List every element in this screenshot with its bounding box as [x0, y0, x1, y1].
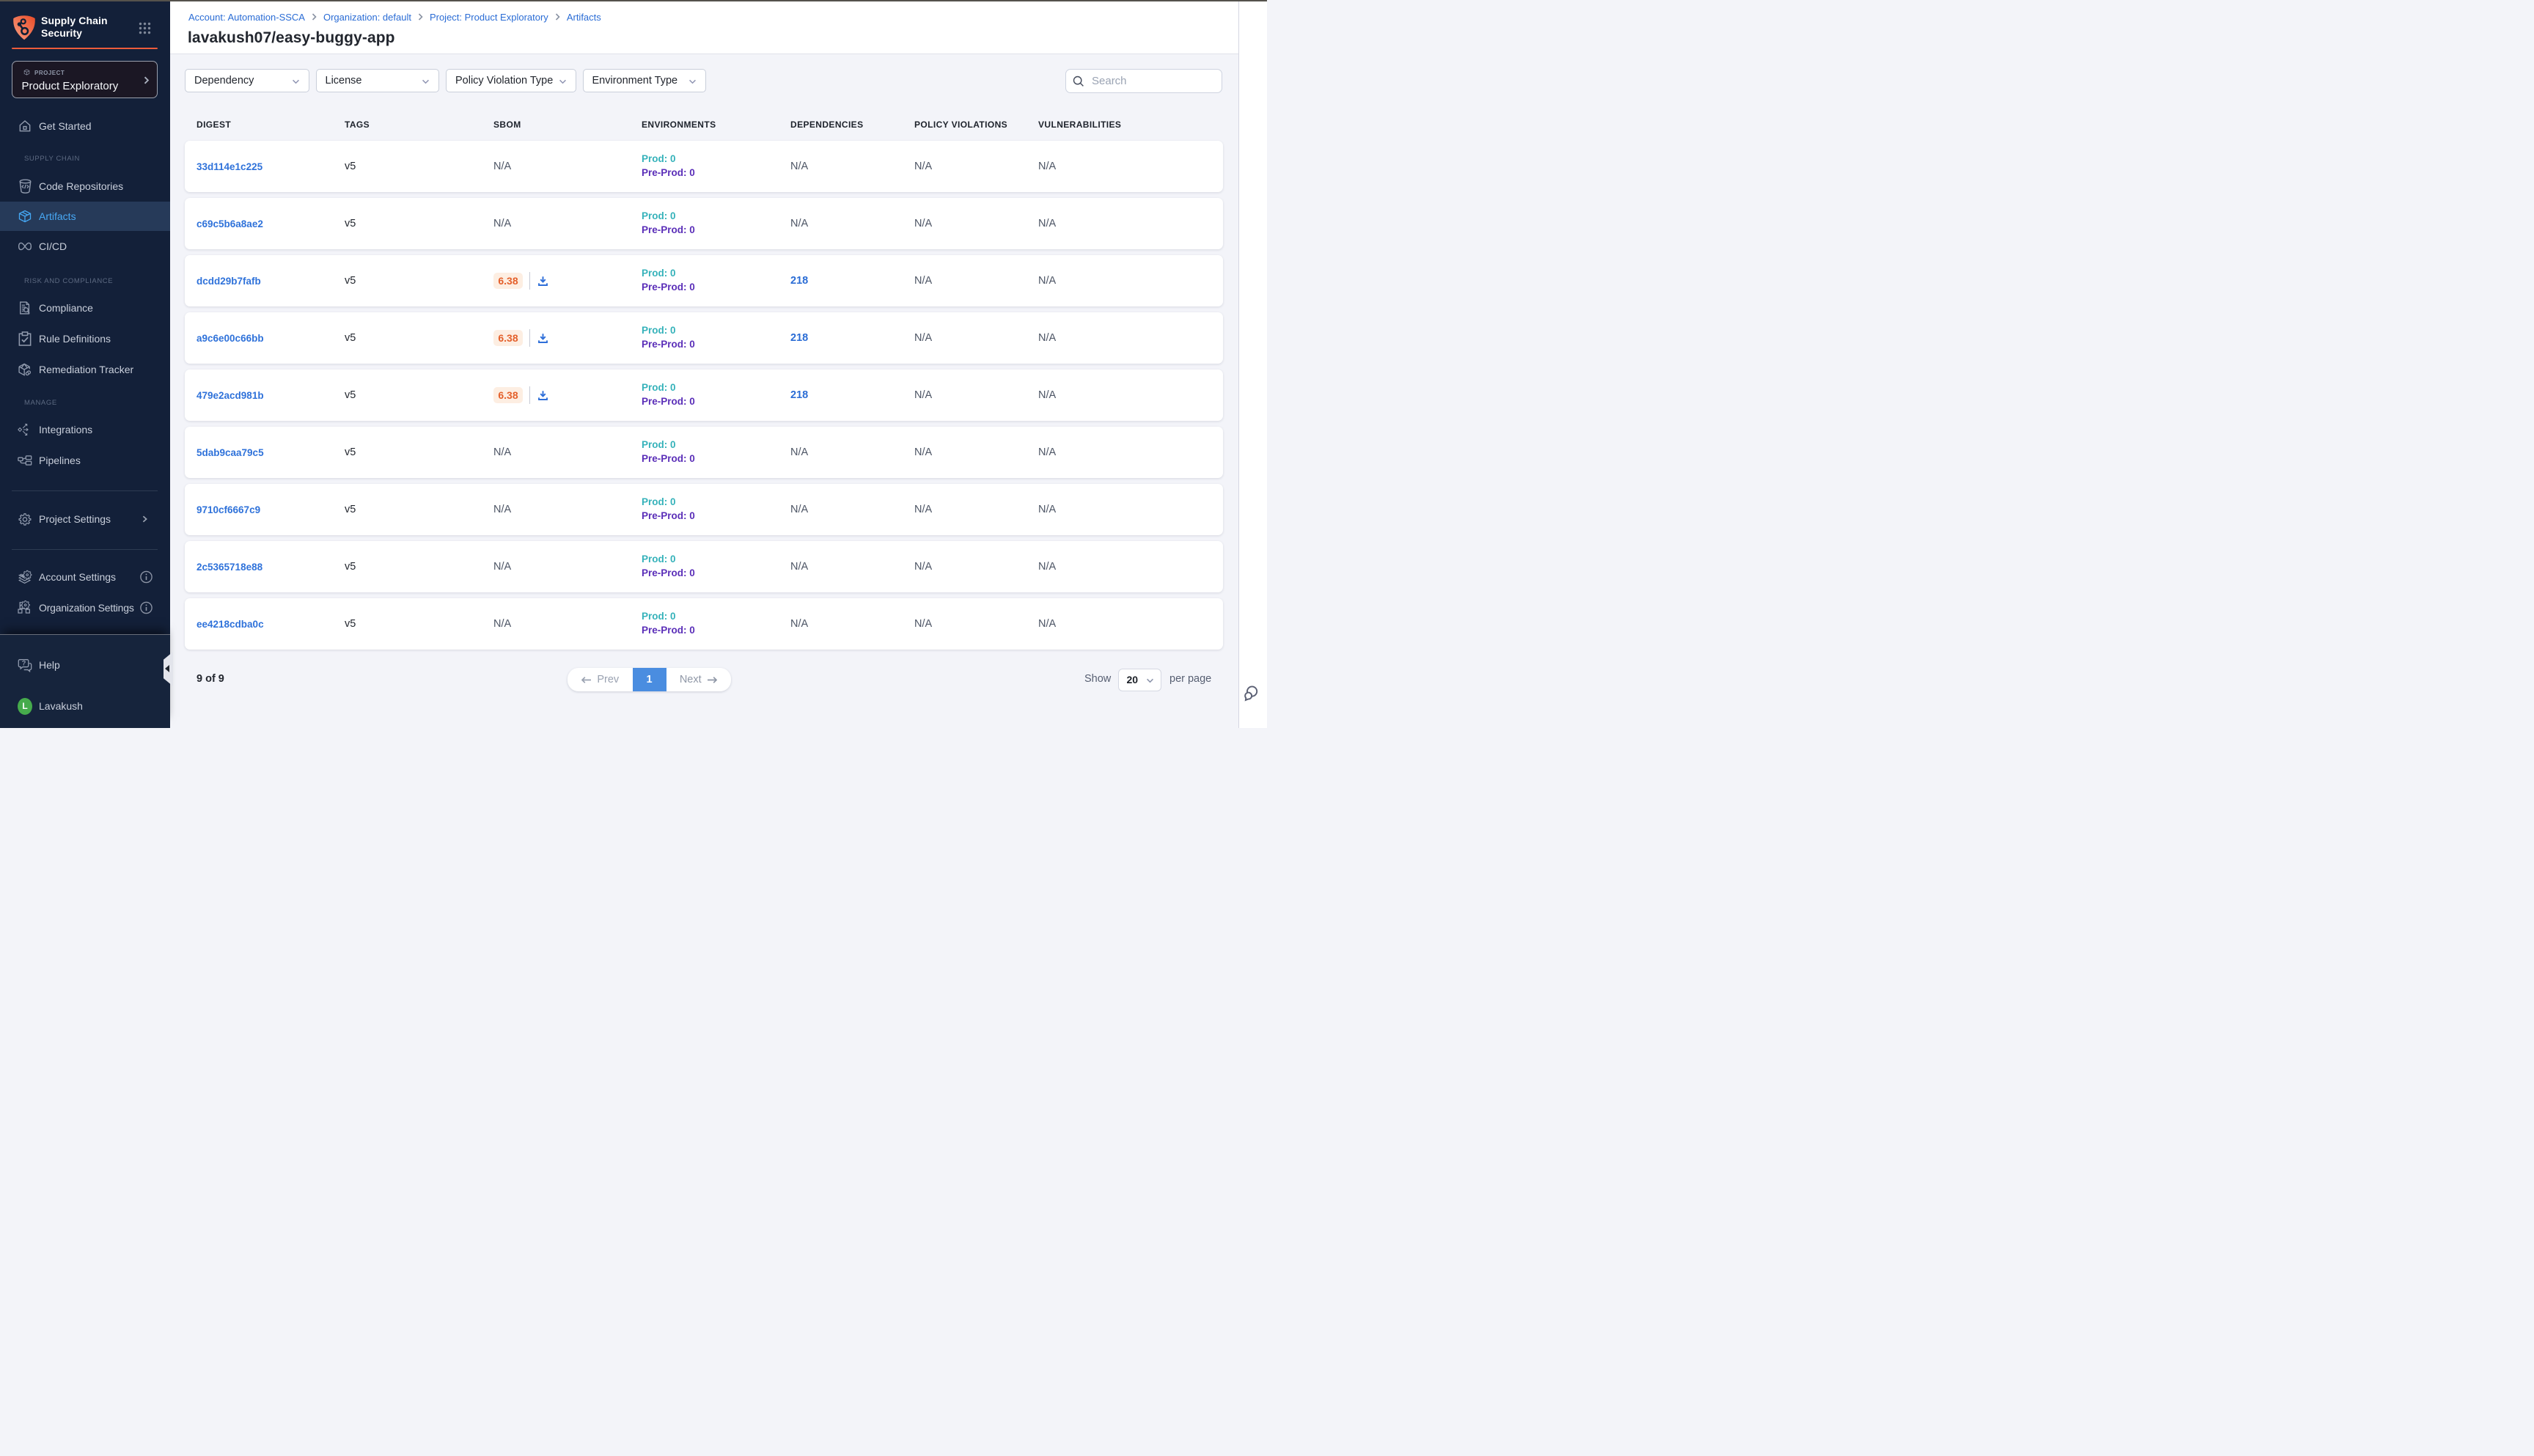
svg-text:?: ? [22, 659, 26, 666]
